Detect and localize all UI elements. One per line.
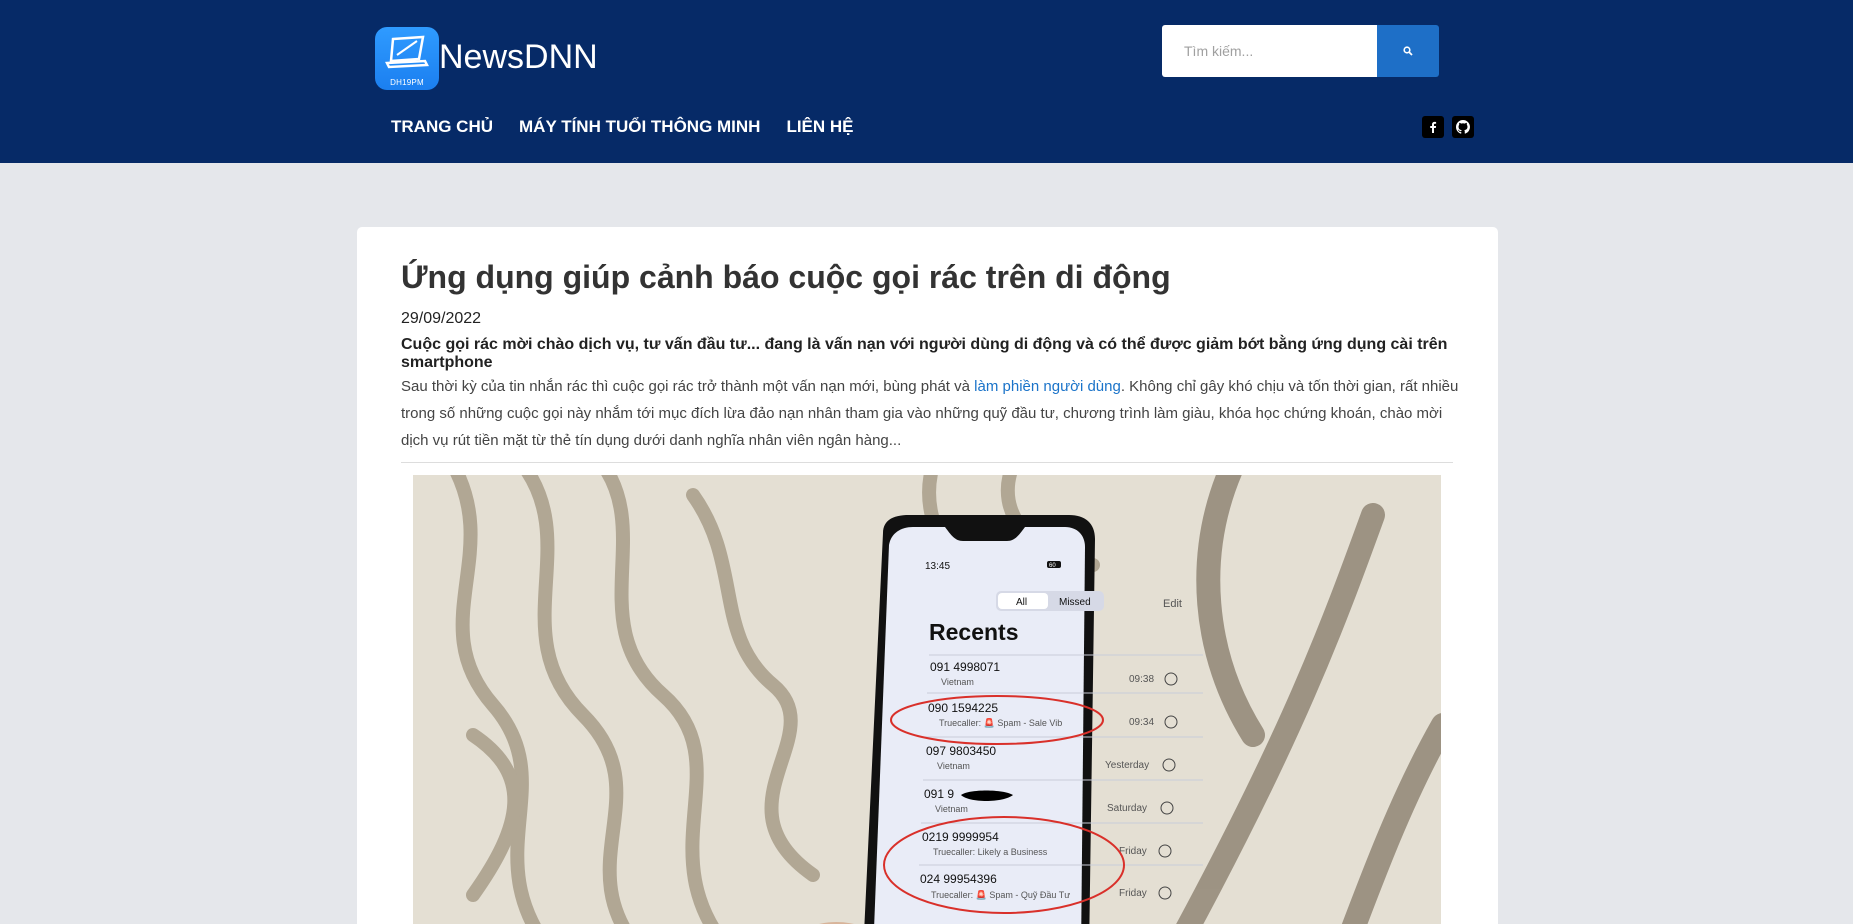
call-sub: Vietnam — [941, 677, 974, 687]
article-date: 29/09/2022 — [401, 310, 482, 327]
call-time: Friday — [1119, 888, 1147, 899]
call-time: 09:34 — [1129, 717, 1154, 728]
call-time: Friday — [1119, 846, 1147, 857]
site-logo[interactable]: DH19PM — [375, 27, 439, 90]
phone-edit: Edit — [1163, 598, 1182, 610]
search-icon — [1403, 46, 1413, 56]
call-time: Yesterday — [1105, 760, 1149, 771]
facebook-link[interactable] — [1422, 116, 1444, 138]
search-button[interactable] — [1377, 25, 1439, 77]
call-number: 091 9 — [924, 787, 954, 801]
article-card: Ứng dụng giúp cảnh báo cuộc gọi rác trên… — [357, 227, 1498, 924]
call-time: Saturday — [1107, 803, 1147, 814]
phone-battery: 60 — [1049, 563, 1056, 569]
call-time: 09:38 — [1129, 674, 1154, 685]
phone-recents-heading: Recents — [929, 619, 1018, 645]
article-title: Ứng dụng giúp cảnh báo cuộc gọi rác trên… — [401, 259, 1171, 295]
call-number: 0219 9999954 — [922, 830, 999, 844]
divider — [401, 462, 1453, 463]
github-link[interactable] — [1452, 116, 1474, 138]
call-sub: Truecaller: 🚨 Spam - Sale Vib — [939, 717, 1062, 728]
phone-tab-all: All — [1016, 597, 1027, 608]
nav-item-home[interactable]: TRANG CHỦ — [378, 110, 506, 144]
call-sub: Truecaller: Likely a Business — [933, 847, 1048, 857]
call-number: 097 9803450 — [926, 744, 996, 758]
nav-item-contact[interactable]: LIÊN HỆ — [773, 110, 866, 144]
call-number: 090 1594225 — [928, 701, 998, 715]
phone-photo-illustration: 13:45 60 All Missed Edit Recents 091 499… — [413, 475, 1441, 924]
laptop-logo-icon — [385, 35, 429, 69]
search-form — [1162, 25, 1439, 77]
call-sub: Truecaller: 🚨 Spam - Quỹ Đầu Tư — [931, 889, 1070, 900]
phone-time: 13:45 — [925, 561, 950, 572]
call-number: 091 4998071 — [930, 660, 1000, 674]
main-nav: TRANG CHỦ MÁY TÍNH TUỔI THÔNG MINH LIÊN … — [378, 110, 867, 144]
brand-name[interactable]: NewsDNN — [439, 35, 598, 79]
article-lead: Cuộc gọi rác mời chào dịch vụ, tư vấn đầ… — [401, 336, 1448, 371]
article-inline-link[interactable]: làm phiền người dùng — [974, 378, 1121, 395]
article-body-text: Sau thời kỳ của tin nhắn rác thì cuộc gọ… — [401, 378, 975, 395]
call-number: 024 99954396 — [920, 872, 997, 886]
phone-tab-missed: Missed — [1059, 597, 1091, 608]
nav-item-smart-age-calculator[interactable]: MÁY TÍNH TUỔI THÔNG MINH — [506, 110, 773, 144]
article-body: Sau thời kỳ của tin nhắn rác thì cuộc gọ… — [401, 373, 1461, 454]
call-sub: Vietnam — [937, 761, 970, 771]
github-icon — [1456, 120, 1470, 134]
logo-caption: DH19PM — [390, 78, 424, 87]
article-photo: 13:45 60 All Missed Edit Recents 091 499… — [413, 475, 1441, 924]
call-sub: Vietnam — [935, 804, 968, 814]
facebook-icon — [1430, 121, 1437, 133]
search-input[interactable] — [1162, 25, 1377, 77]
site-header: DH19PM NewsDNN TRANG CHỦ MÁY TÍNH TUỔI T… — [0, 0, 1853, 163]
